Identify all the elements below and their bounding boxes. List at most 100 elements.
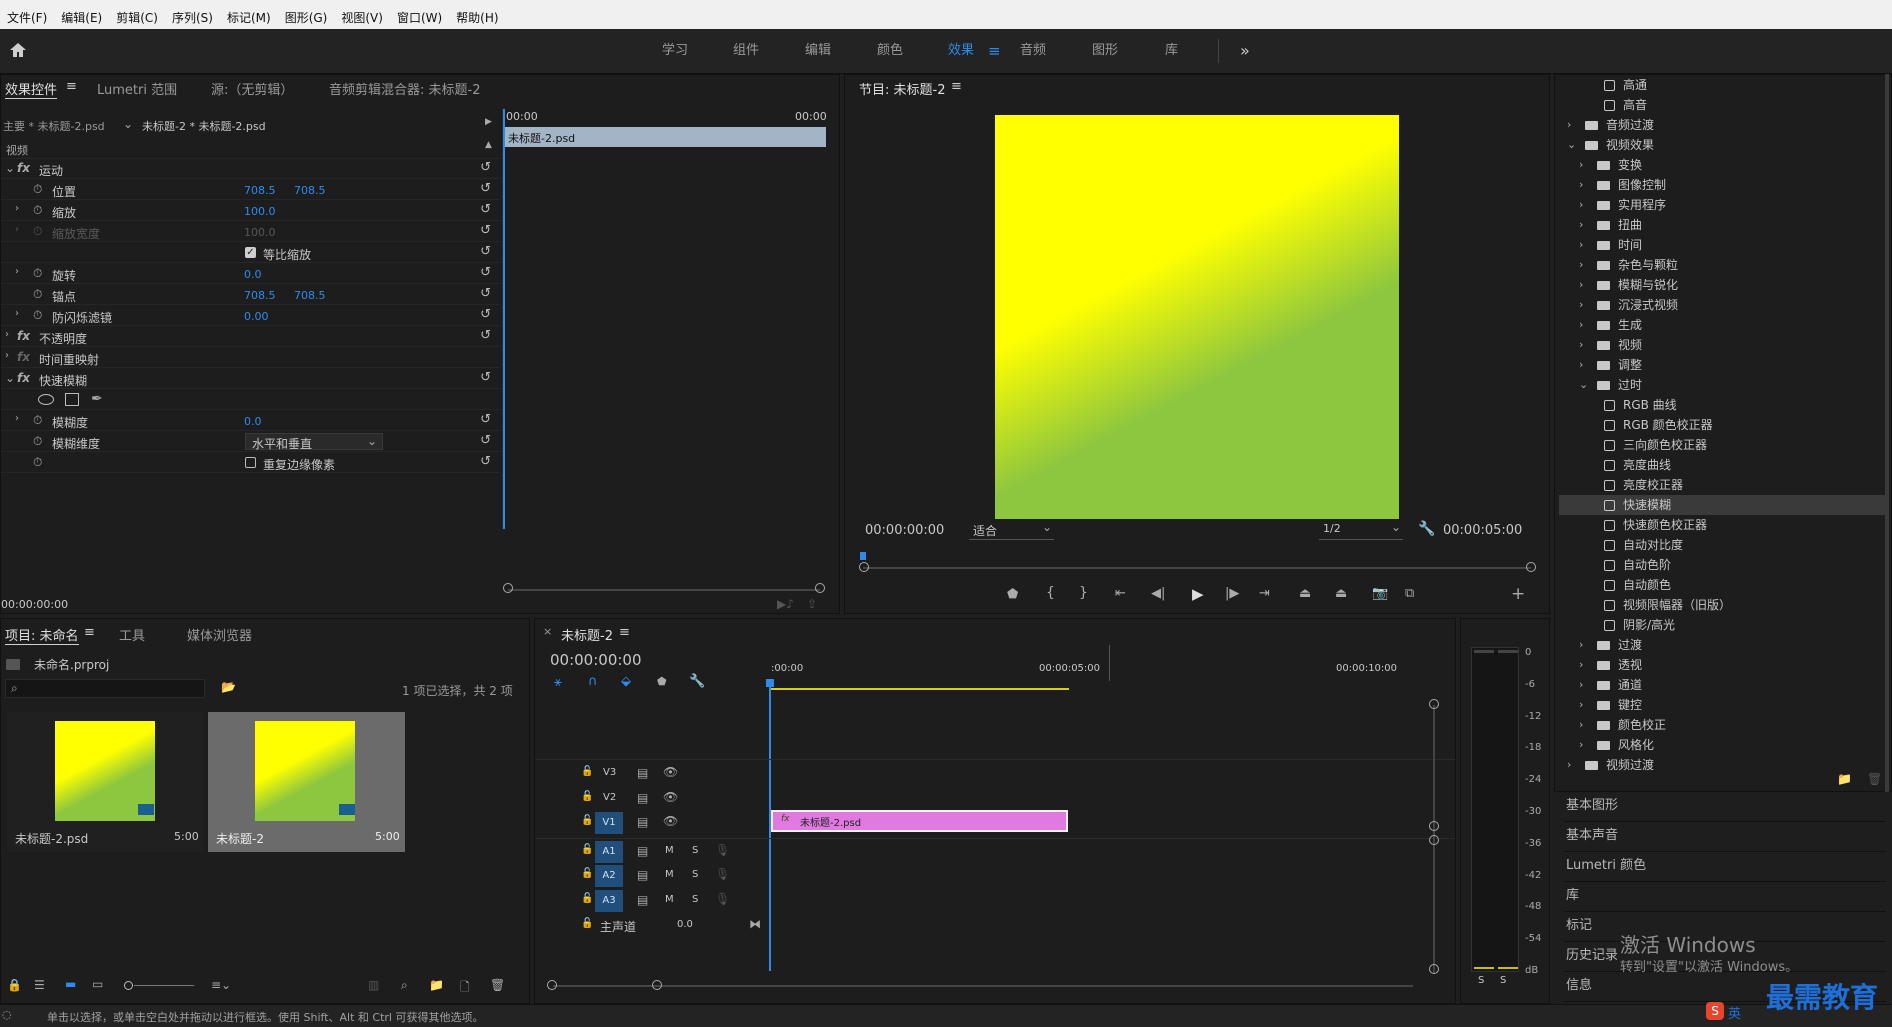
ec-row-fast-blur[interactable]: ⌄ fx 快速模糊 ↺ (1, 369, 501, 389)
expand-icon[interactable]: › (1579, 215, 1583, 235)
menu-sequence[interactable]: 序列(S) (165, 8, 220, 29)
workspace-learn[interactable]: 学习 (662, 29, 688, 73)
expand-icon[interactable]: › (15, 308, 19, 319)
tab-menu-icon[interactable]: ≡ (619, 625, 630, 640)
collapse-icon[interactable]: ⌄ (5, 371, 15, 385)
ec-row-repeat-edge[interactable]: ⏱ 重复边缘像素 ↺ (1, 453, 501, 473)
position-x-value[interactable]: 708.5 (244, 184, 276, 197)
ec-zoom-handle-left[interactable] (503, 583, 513, 593)
expand-icon[interactable]: › (1579, 355, 1583, 375)
program-timecode[interactable]: 00:00:00:00 (865, 523, 944, 538)
wrench-icon[interactable]: 🔧 (1418, 521, 1435, 537)
expand-icon[interactable]: › (1579, 315, 1583, 335)
workspace-libraries[interactable]: 库 (1165, 29, 1178, 73)
scale-value[interactable]: 100.0 (244, 205, 276, 218)
stopwatch-icon[interactable]: ⏱ (33, 308, 42, 323)
lift-icon[interactable]: ⏏ (1299, 586, 1311, 601)
ec-row-time-remap[interactable]: › fx 时间重映射 (1, 348, 501, 368)
solo-button[interactable]: S (692, 894, 698, 905)
expand-icon[interactable]: › (1579, 195, 1583, 215)
effects-tree-item[interactable]: › 视频 (1559, 335, 1889, 355)
effects-tree-item[interactable]: 自动对比度 (1559, 535, 1889, 555)
fit-dropdown[interactable]: 适合 ⌄ (969, 520, 1054, 540)
sync-lock-icon[interactable]: ▤ (637, 844, 648, 858)
blurriness-value[interactable]: 0.0 (244, 415, 262, 428)
sort-icon[interactable]: ≡⌄ (211, 978, 231, 992)
workspace-editing[interactable]: 编辑 (805, 29, 831, 73)
reset-icon[interactable]: ↺ (480, 265, 491, 280)
effects-tree-item[interactable]: 亮度曲线 (1559, 455, 1889, 475)
workspace-graphics[interactable]: 图形 (1092, 29, 1118, 73)
ec-zoom-scrollbar[interactable] (508, 589, 820, 591)
zoom-slider-track[interactable] (134, 985, 194, 986)
expand-icon[interactable]: › (1579, 295, 1583, 315)
ec-row-position[interactable]: ⏱ 位置 708.5 708.5 ↺ (1, 180, 501, 200)
ime-logo-icon[interactable]: S (1706, 1002, 1724, 1020)
reset-icon[interactable]: ↺ (480, 244, 491, 259)
panel-libraries[interactable]: 库 (1564, 881, 1886, 912)
play-audio-icon[interactable]: ▶♪ (777, 597, 794, 611)
effects-tree-item[interactable]: › 生成 (1559, 315, 1889, 335)
solo-button[interactable]: S (692, 845, 698, 856)
effects-tree-item[interactable]: RGB 曲线 (1559, 395, 1889, 415)
tab-media-browser[interactable]: 媒体浏览器 (187, 625, 252, 644)
timeline-clip-v1[interactable]: fx 未标题-2.psd (771, 810, 1068, 832)
resolution-dropdown[interactable]: 1/2 ⌄ (1319, 520, 1403, 540)
effects-tree-item[interactable]: › 透视 (1559, 655, 1889, 675)
project-search-input[interactable]: ⌕ (5, 679, 205, 698)
tab-effect-controls[interactable]: 效果控件 (5, 79, 58, 99)
expand-icon[interactable]: › (5, 329, 9, 340)
ec-row-uniform-scale[interactable]: ✓ 等比缩放 ↺ (1, 243, 501, 263)
panel-menu-icon[interactable]: ≡ (951, 79, 962, 94)
eye-icon[interactable]: 👁 (663, 790, 678, 804)
workspace-assembly[interactable]: 组件 (733, 29, 759, 73)
step-back-icon[interactable]: ◀| (1151, 586, 1165, 601)
expand-icon[interactable]: › (1579, 675, 1583, 695)
effects-tree-item[interactable]: 快速颜色校正器 (1559, 515, 1889, 535)
menu-clip[interactable]: 剪辑(C) (109, 8, 165, 29)
workspace-color[interactable]: 颜色 (877, 29, 903, 73)
freeform-view-icon[interactable]: ▭ (92, 977, 103, 991)
microphone-icon[interactable]: 🎙 (715, 867, 730, 881)
stopwatch-icon[interactable]: ⏱ (33, 182, 42, 197)
scroll-up-icon[interactable]: ▲ (485, 140, 492, 150)
timeline-timecode[interactable]: 00:00:00:00 (550, 651, 642, 669)
effects-tree-item[interactable]: › 键控 (1559, 695, 1889, 715)
effects-tree-item[interactable]: › 杂色与颗粒 (1559, 255, 1889, 275)
effects-tree-item[interactable]: 高通 (1559, 75, 1889, 95)
reset-icon[interactable]: ↺ (480, 223, 491, 238)
effects-tree-item[interactable]: 阴影/高光 (1559, 615, 1889, 635)
workspace-menu-icon[interactable]: ≡ (988, 29, 1001, 73)
reset-icon[interactable]: ↺ (480, 286, 491, 301)
effects-tree-item[interactable]: › 变换 (1559, 155, 1889, 175)
vscroll-handle[interactable] (1429, 699, 1439, 709)
effects-tree-item[interactable]: › 扭曲 (1559, 215, 1889, 235)
menu-view[interactable]: 视图(V) (334, 8, 390, 29)
tab-tools[interactable]: 工具 (119, 625, 145, 644)
expand-icon[interactable]: › (1579, 275, 1583, 295)
stopwatch-icon[interactable]: ⏱ (33, 413, 42, 428)
effects-tree-item[interactable]: › 音频过渡 (1559, 115, 1889, 135)
reset-icon[interactable]: ↺ (480, 370, 491, 385)
add-marker-icon[interactable]: ⬟ (1007, 587, 1018, 602)
effects-tree-item[interactable]: ⌄ 视频效果 (1559, 135, 1889, 155)
lock-icon[interactable]: 🔒 (7, 978, 22, 992)
expand-icon[interactable]: › (1579, 635, 1583, 655)
effects-tree-item[interactable]: › 通道 (1559, 675, 1889, 695)
work-area-bar[interactable] (769, 688, 1069, 690)
repeat-edge-checkbox[interactable] (245, 457, 256, 468)
reset-icon[interactable]: ↺ (480, 160, 491, 175)
lock-icon[interactable]: 🔓 (581, 815, 593, 826)
sync-lock-icon[interactable]: ▤ (637, 815, 648, 829)
effects-scrollbar[interactable] (1885, 74, 1889, 792)
delete-icon[interactable]: 🗑 (1867, 772, 1882, 786)
stopwatch-icon[interactable]: ⏱ (33, 266, 42, 281)
go-to-out-icon[interactable]: ⇥ (1259, 586, 1270, 601)
go-to-in-icon[interactable]: ⇤ (1115, 586, 1126, 601)
expand-icon[interactable]: › (1579, 235, 1583, 255)
expand-icon[interactable]: › (1567, 115, 1571, 135)
effects-tree-item[interactable]: › 风格化 (1559, 735, 1889, 755)
icon-view-icon[interactable]: ▬ (65, 977, 76, 991)
ec-row-rotation[interactable]: › ⏱ 旋转 0.0 ↺ (1, 264, 501, 284)
vscroll-handle[interactable] (1429, 835, 1439, 845)
